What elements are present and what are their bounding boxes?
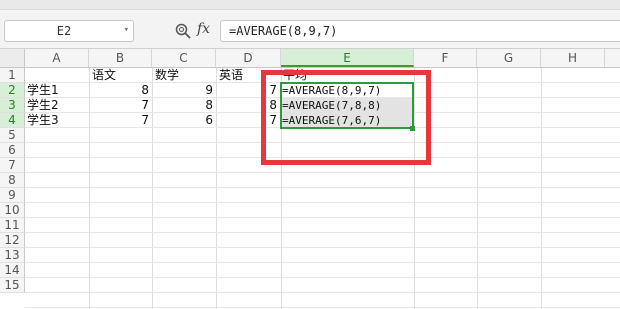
- cell-b2[interactable]: 8: [89, 83, 152, 98]
- grid-line: [25, 262, 620, 263]
- cell-a4[interactable]: 学生3: [27, 113, 59, 128]
- toolbar-strip: [0, 0, 620, 10]
- cell-a2[interactable]: 学生1: [27, 83, 59, 98]
- cell-b3[interactable]: 7: [89, 98, 152, 113]
- column-header-f[interactable]: F: [414, 49, 477, 67]
- row-header-15[interactable]: 15: [0, 278, 25, 293]
- cell-c3[interactable]: 8: [152, 98, 216, 113]
- row-header-6[interactable]: 6: [0, 143, 25, 158]
- chevron-down-icon[interactable]: ▾: [124, 25, 129, 35]
- grid-line: [25, 277, 620, 278]
- column-header-d[interactable]: D: [216, 49, 281, 67]
- row-header-8[interactable]: 8: [0, 173, 25, 188]
- row-header-9[interactable]: 9: [0, 188, 25, 203]
- row-header-2[interactable]: 2: [0, 83, 25, 98]
- row-header-5[interactable]: 5: [0, 128, 25, 143]
- column-header-a[interactable]: A: [25, 49, 89, 67]
- column-header-h[interactable]: H: [541, 49, 605, 67]
- row-header-7[interactable]: 7: [0, 158, 25, 173]
- grid-line: [25, 202, 620, 203]
- column-header-c[interactable]: C: [152, 49, 216, 67]
- cell-b1[interactable]: 语文: [92, 68, 116, 83]
- row-header-13[interactable]: 13: [0, 248, 25, 263]
- column-header-b[interactable]: B: [89, 49, 152, 67]
- column-header-g[interactable]: G: [477, 49, 541, 67]
- column-header-e[interactable]: E: [281, 49, 414, 67]
- grid-line: [25, 172, 620, 173]
- cell-d1[interactable]: 英语: [219, 68, 243, 83]
- grid-line: [25, 292, 620, 293]
- grid-line: [25, 187, 620, 188]
- cell-b4[interactable]: 7: [89, 113, 152, 128]
- grid-line: [25, 247, 620, 248]
- row-header-14[interactable]: 14: [0, 263, 25, 278]
- row-header-4[interactable]: 4: [0, 113, 25, 128]
- grid-line: [25, 232, 620, 233]
- cell-c4[interactable]: 6: [152, 113, 216, 128]
- row-header-1[interactable]: 1: [0, 68, 25, 83]
- fx-icon[interactable]: fx: [197, 21, 210, 37]
- row-header-12[interactable]: 12: [0, 233, 25, 248]
- formula-input[interactable]: =AVERAGE(8,9,7): [220, 20, 620, 42]
- row-header-3[interactable]: 3: [0, 98, 25, 113]
- cell-c1[interactable]: 数学: [155, 68, 179, 83]
- name-box-value: E2: [56, 24, 72, 38]
- grid-line: [477, 68, 478, 309]
- select-all-corner[interactable]: [0, 49, 25, 67]
- cell-c2[interactable]: 9: [152, 83, 216, 98]
- highlight-annotation-box: [261, 70, 431, 165]
- grid-line: [25, 217, 620, 218]
- name-box[interactable]: E2 ▾: [4, 20, 134, 42]
- grid-line: [541, 68, 542, 309]
- magnifier-icon[interactable]: [174, 22, 192, 40]
- row-header-10[interactable]: 10: [0, 203, 25, 218]
- grid-line: [25, 307, 620, 308]
- row-header-11[interactable]: 11: [0, 218, 25, 233]
- cell-a3[interactable]: 学生2: [27, 98, 59, 113]
